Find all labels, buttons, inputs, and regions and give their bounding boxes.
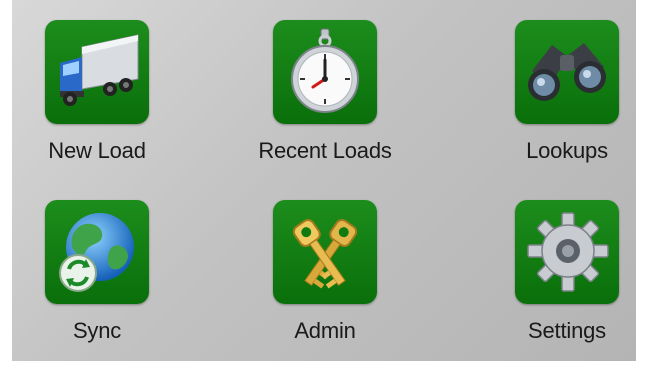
gear-icon (527, 212, 609, 292)
lookups-label: Lookups (526, 138, 608, 163)
settings-button[interactable] (515, 200, 619, 304)
recent-loads-label: Recent Loads (258, 138, 392, 163)
sync-button[interactable] (45, 200, 149, 304)
admin-button[interactable] (273, 200, 377, 304)
new-load-tile[interactable]: New Load (12, 20, 182, 190)
home-screen: New Load Recent Loads Lookups Sync Admin… (12, 0, 636, 361)
stopwatch-icon (291, 28, 359, 113)
truck-icon (60, 34, 139, 106)
admin-label: Admin (294, 318, 356, 343)
binoculars-icon (528, 43, 606, 101)
recent-loads-tile[interactable]: Recent Loads (240, 20, 410, 190)
new-load-label: New Load (48, 138, 146, 163)
settings-tile[interactable]: Settings (482, 200, 648, 370)
sync-label: Sync (72, 318, 122, 343)
lookups-button[interactable] (515, 20, 619, 124)
sync-tile[interactable]: Sync (12, 200, 182, 370)
keys-icon (292, 219, 358, 289)
lookups-tile[interactable]: Lookups (482, 20, 648, 190)
recent-loads-button[interactable] (273, 20, 377, 124)
admin-tile[interactable]: Admin (240, 200, 410, 370)
globe-sync-icon (59, 213, 134, 292)
new-load-button[interactable] (45, 20, 149, 124)
settings-label: Settings (528, 318, 606, 343)
